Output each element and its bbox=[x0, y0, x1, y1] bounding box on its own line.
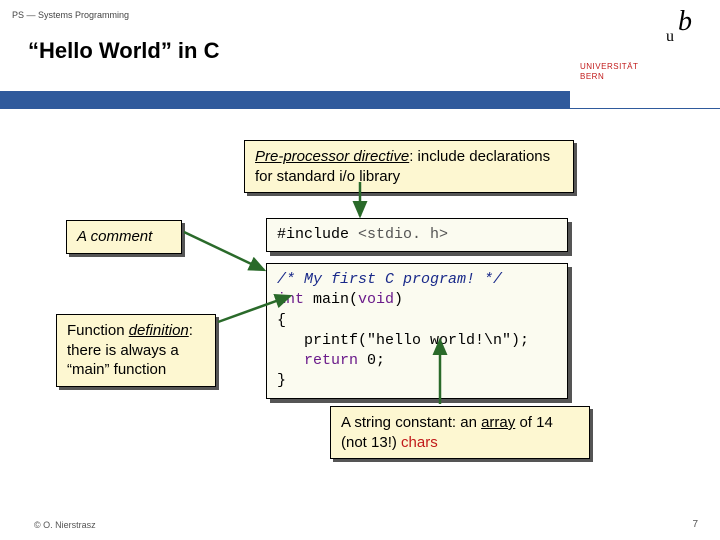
logo-line-2: BERN bbox=[580, 72, 604, 81]
university-logo: b u UNIVERSITÄT BERN bbox=[570, 0, 720, 108]
callout-string-underlined: array bbox=[481, 414, 515, 431]
code-main: /* My first C program! */ int main(void)… bbox=[266, 263, 568, 399]
callout-stringconst: A string constant: an array of 14 (not 1… bbox=[330, 406, 590, 459]
code-l7b: return bbox=[304, 352, 358, 369]
code-l1b: <stdio. h> bbox=[358, 226, 448, 243]
code-l1a: #include bbox=[277, 226, 358, 243]
callout-funcdef-prefix: Function bbox=[67, 322, 129, 339]
callout-comment: A comment bbox=[66, 220, 182, 254]
callout-preprocessor: Pre-processor directive: include declara… bbox=[244, 140, 574, 193]
code-l3: /* My first C program! */ bbox=[277, 271, 502, 288]
code-l4c: void bbox=[358, 291, 394, 308]
callout-preproc-underlined: Pre-processor directive bbox=[255, 148, 409, 165]
code-l4a: int bbox=[277, 291, 304, 308]
footer-copyright: © O. Nierstrasz bbox=[34, 520, 96, 530]
footer-page-number: 7 bbox=[692, 519, 698, 530]
course-label: PS — Systems Programming bbox=[12, 10, 558, 20]
code-include: #include <stdio. h> bbox=[266, 218, 568, 252]
logo-letter-b: b bbox=[678, 6, 692, 38]
callout-string-rest2: chars bbox=[401, 434, 438, 451]
code-l8: } bbox=[277, 372, 286, 389]
callout-funcdef: Function definition: there is always a “… bbox=[56, 314, 216, 387]
code-l4b: main( bbox=[304, 291, 358, 308]
header-bar: PS — Systems Programming “Hello World” i… bbox=[0, 0, 570, 90]
callout-string-prefix: A string constant: an bbox=[341, 414, 481, 431]
logo-line-1: UNIVERSITÄT bbox=[580, 62, 638, 71]
logo-letter-u: u bbox=[666, 28, 674, 46]
code-l4d: ) bbox=[394, 291, 403, 308]
code-l5: { bbox=[277, 312, 286, 329]
callout-funcdef-underlined: definition bbox=[129, 322, 189, 339]
code-l6: printf("hello world!\n"); bbox=[277, 332, 529, 349]
code-l7a bbox=[277, 352, 304, 369]
code-l7c: 0; bbox=[358, 352, 385, 369]
callout-comment-text: A comment bbox=[77, 228, 152, 245]
slide-title: “Hello World” in C bbox=[28, 38, 558, 64]
